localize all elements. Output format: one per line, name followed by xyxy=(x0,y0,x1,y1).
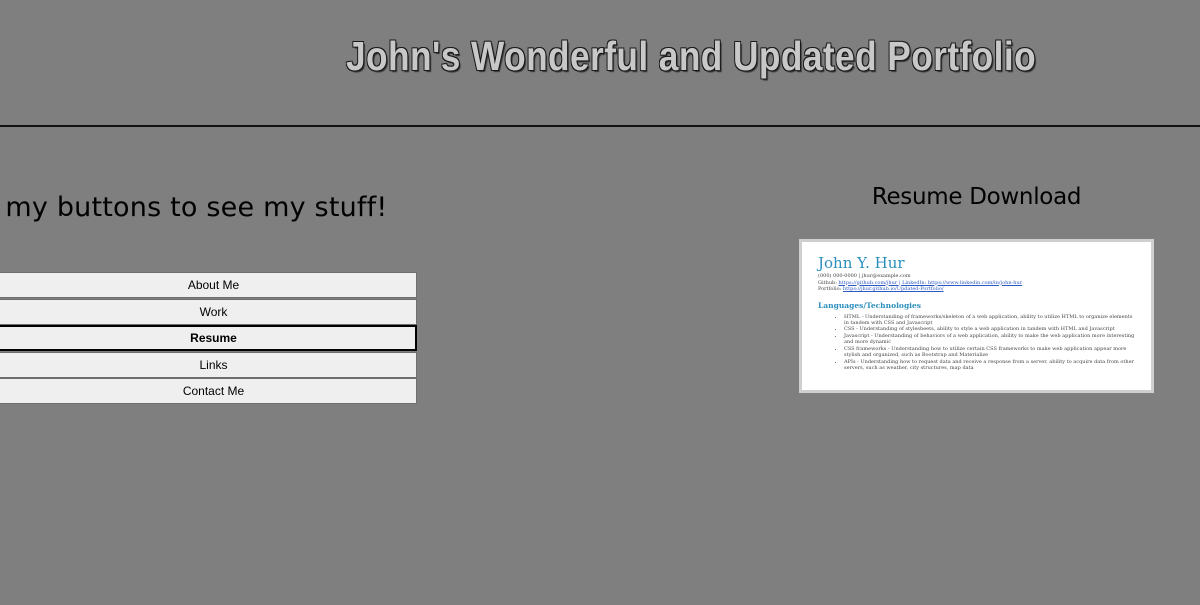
contact-me-button[interactable]: Contact Me xyxy=(0,378,417,404)
resume-download-heading: Resume Download xyxy=(871,184,1082,210)
work-button[interactable]: Work xyxy=(0,298,417,325)
header-divider xyxy=(0,125,1200,127)
resume-portfolio-line: Portfolio: https://jhur.github.io/Update… xyxy=(818,286,1137,293)
portfolio-page: John's Wonderful and Updated Portfolio i… xyxy=(0,0,1200,605)
list-item: CSS frameworks - Understanding how to ut… xyxy=(844,346,1137,358)
resume-name: John Y. Hur xyxy=(818,254,905,272)
resume-section-heading: Languages/Technologies xyxy=(818,300,922,310)
resume-preview-link[interactable]: John Y. Hur (000) 000-0000 | jhur@exampl… xyxy=(799,239,1154,393)
intro-text: ick my buttons to see my stuff! xyxy=(0,192,388,223)
resume-portfolio-prefix: Portfolio: xyxy=(818,286,842,292)
list-item: APIs - Understanding how to request data… xyxy=(844,359,1137,371)
list-item: HTML - Understanding of frameworks/skele… xyxy=(844,314,1137,326)
resume-skill-list: HTML - Understanding of frameworks/skele… xyxy=(818,314,1137,372)
resume-github-prefix: Github: xyxy=(818,279,837,286)
site-title: John's Wonderful and Updated Portfolio xyxy=(346,33,1037,79)
resume-portfolio-link: https://jhur.github.io/Updated-Portfolio… xyxy=(842,286,944,292)
list-item: CSS - Understanding of stylesheets, abil… xyxy=(844,326,1137,332)
resume-github-link: https://github.com/jhur | LinkedIn: http… xyxy=(838,279,1023,286)
links-button[interactable]: Links xyxy=(0,351,417,378)
about-me-button[interactable]: About Me xyxy=(0,272,417,298)
list-item: Javascript - Understanding of behaviors … xyxy=(844,333,1137,345)
resume-button[interactable]: Resume xyxy=(0,325,417,351)
nav-button-group: About Me Work Resume Links Contact Me xyxy=(0,272,417,405)
